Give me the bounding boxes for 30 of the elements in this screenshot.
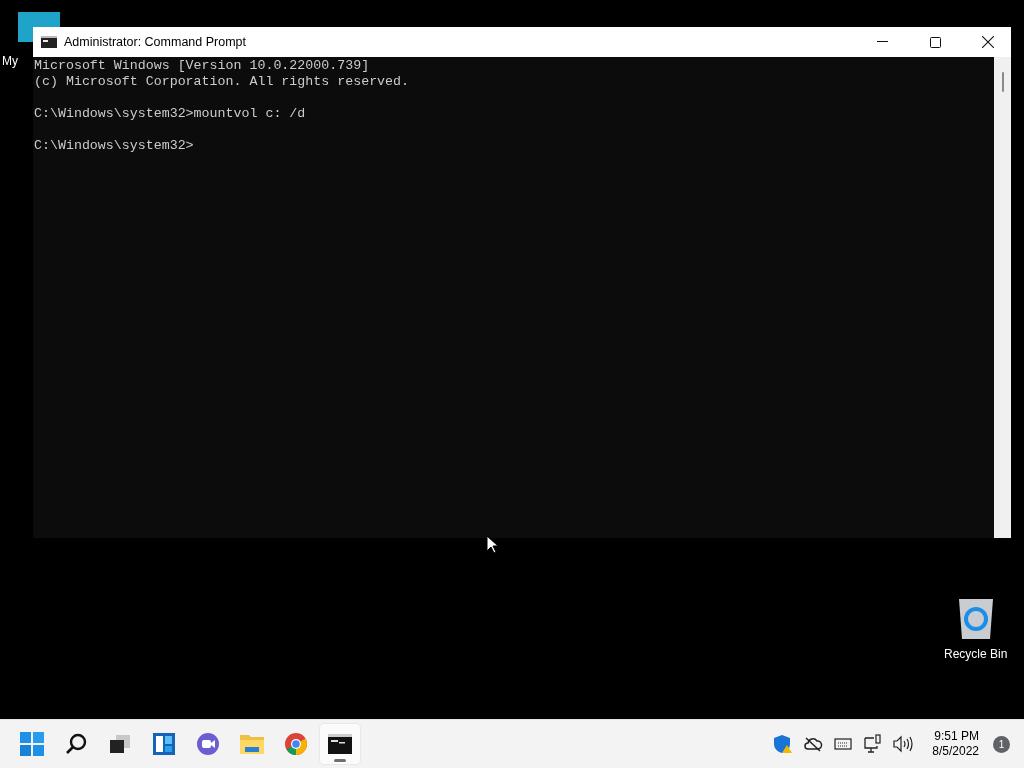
- volume-icon[interactable]: [892, 733, 915, 755]
- folder-icon: [239, 732, 265, 756]
- window-title: Administrator: Command Prompt: [64, 35, 247, 49]
- terminal-button[interactable]: [320, 724, 360, 764]
- desktop-icon-label[interactable]: My: [2, 54, 18, 68]
- task-view-icon: [108, 732, 132, 756]
- browser-logo-icon: [284, 732, 308, 756]
- clock-date[interactable]: 8/5/2022: [932, 744, 979, 759]
- security-shield-icon[interactable]: [772, 733, 795, 755]
- maximize-icon: [929, 36, 941, 48]
- search-icon: [64, 732, 88, 756]
- console-line: C:\Windows\system32>: [34, 138, 194, 154]
- console-area[interactable]: Microsoft Windows [Version 10.0.22000.739] (c) Microsoft Corporation. All rights reserved. C:\Windows\system32>mountvol c: /d C:\Windows\system32>: [33, 57, 994, 538]
- video-chat-icon: [196, 732, 220, 756]
- console-line: Microsoft Windows [Version 10.0.22000.739]: [34, 58, 370, 74]
- terminal-icon: [328, 734, 352, 754]
- minimize-icon: [876, 41, 888, 43]
- console-app-icon: [41, 36, 57, 48]
- mouse-pointer-icon: [486, 535, 498, 554]
- clock-time[interactable]: 9:51 PM: [934, 729, 979, 744]
- scrollbar-thumb[interactable]: [1001, 72, 1004, 92]
- windows-logo-icon: [20, 732, 44, 756]
- notification-badge[interactable]: 1: [993, 735, 1010, 753]
- console-line: (c) Microsoft Corporation. All rights reserved.: [34, 74, 410, 90]
- desktop-icon-label[interactable]: Recycle Bin: [944, 647, 1008, 661]
- close-icon: [982, 36, 994, 48]
- running-indicator: [334, 759, 346, 762]
- console-line: C:\Windows\system32>mountvol c: /d: [34, 106, 306, 122]
- widgets-icon: [152, 732, 176, 756]
- scrollbar[interactable]: [994, 57, 1011, 538]
